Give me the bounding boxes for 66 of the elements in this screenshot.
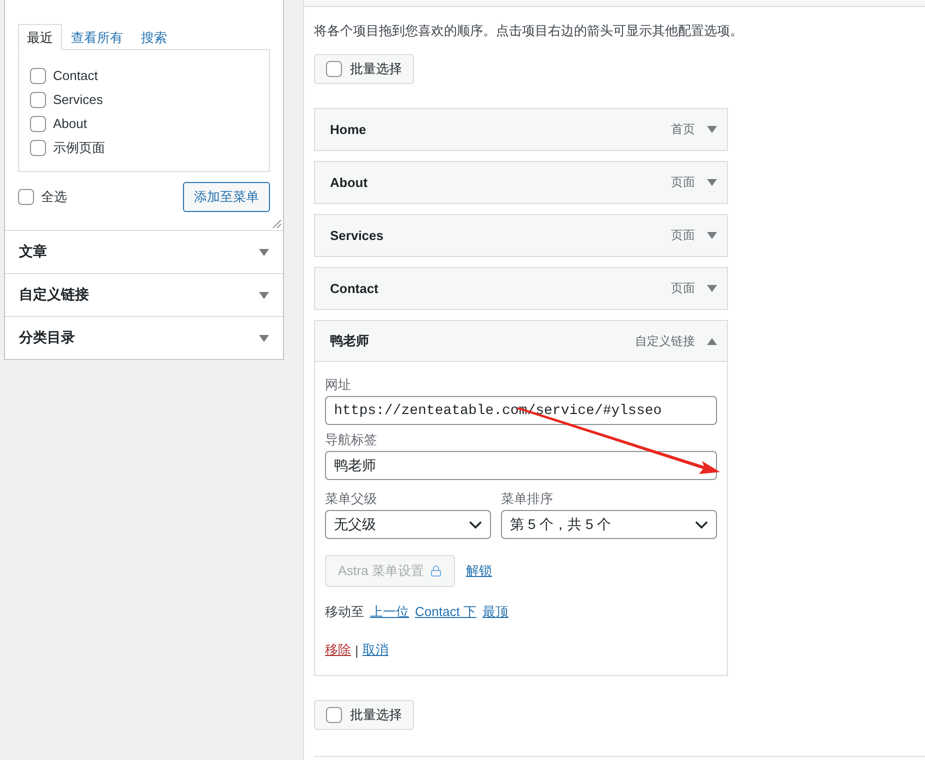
expand-arrow-icon[interactable] <box>259 248 269 256</box>
checkbox[interactable] <box>326 61 342 77</box>
page-label: 示例页面 <box>53 138 105 156</box>
chevron-down-icon <box>695 520 708 528</box>
checkbox[interactable] <box>30 140 46 156</box>
menu-item-type: 页面 <box>671 280 695 297</box>
instructions-text: 将各个项目拖到您喜欢的顺序。点击项目右边的箭头可显示其他配置选项。 <box>314 22 744 40</box>
unlock-link[interactable]: 解锁 <box>466 562 492 580</box>
accordion-section[interactable]: 自定义链接 <box>5 273 283 316</box>
expand-arrow-icon[interactable] <box>259 292 269 298</box>
section-title: 分类目录 <box>19 329 75 347</box>
navigation-label-field[interactable]: 鸭老师 <box>325 451 717 480</box>
move-to-label: 移动至 <box>325 603 364 621</box>
move-link[interactable]: 最顶 <box>482 603 508 621</box>
resize-grip-icon[interactable] <box>272 219 282 229</box>
tab[interactable]: 搜索 <box>132 24 176 50</box>
accordion-section[interactable]: 文章 <box>5 230 283 273</box>
menu-item-type: 首页 <box>671 121 695 138</box>
remove-link[interactable]: 移除 <box>325 641 351 659</box>
menu-item-title: Home <box>330 122 368 137</box>
tab[interactable]: 查看所有 <box>62 24 132 50</box>
expand-arrow-icon[interactable] <box>259 334 269 342</box>
checkbox[interactable] <box>30 68 46 84</box>
checkbox[interactable] <box>30 116 46 132</box>
menu-item[interactable]: Contact 页面 <box>314 267 728 310</box>
parent-select[interactable]: 无父级 <box>325 510 491 539</box>
separator-text: | <box>355 642 358 658</box>
menu-item-type: 页面 <box>671 174 695 191</box>
add-to-menu-button[interactable]: 添加至菜单 <box>183 182 270 212</box>
order-select[interactable]: 第 5 个，共 5 个 <box>501 510 717 539</box>
expand-arrow-icon[interactable] <box>707 126 717 133</box>
field-label: 菜单排序 <box>501 490 554 508</box>
expand-arrow-icon[interactable] <box>707 179 717 186</box>
menu-item[interactable]: Home 首页 <box>314 108 728 151</box>
move-link[interactable]: 上一位 <box>370 603 409 621</box>
accordion-section[interactable]: 分类目录 <box>5 316 283 359</box>
chevron-down-icon <box>469 520 482 528</box>
menu-item-title: 鸭老师 <box>330 332 370 350</box>
checkbox[interactable] <box>30 92 46 108</box>
section-title: 文章 <box>19 243 47 261</box>
bulk-select-button[interactable]: 批量选择 <box>314 700 414 730</box>
field-label: 导航标签 <box>325 431 378 449</box>
menu-item-type: 自定义链接 <box>635 332 695 350</box>
cancel-link[interactable]: 取消 <box>362 641 388 659</box>
menu-item-title: Services <box>330 228 384 243</box>
page-label: Services <box>53 92 103 107</box>
bulk-select-button[interactable]: 批量选择 <box>314 54 414 84</box>
checkbox[interactable] <box>326 707 342 723</box>
section-title: 自定义链接 <box>19 286 89 304</box>
lock-icon <box>430 565 442 577</box>
collapse-arrow-icon[interactable] <box>707 338 717 344</box>
expand-arrow-icon[interactable] <box>707 232 717 239</box>
checkbox[interactable] <box>18 189 34 205</box>
menu-item-type: 页面 <box>671 227 695 244</box>
select-all-label: 全选 <box>41 188 67 206</box>
field-label: 菜单父级 <box>325 490 378 508</box>
menu-item-title: Contact <box>330 281 380 296</box>
menu-item[interactable]: Services 页面 <box>314 214 728 257</box>
menu-item-title: About <box>330 175 369 190</box>
tab[interactable]: 最近 <box>18 24 62 50</box>
page-label: Contact <box>53 68 98 83</box>
page-label: About <box>53 116 87 131</box>
menu-item[interactable]: About 页面 <box>314 161 728 204</box>
expand-arrow-icon[interactable] <box>707 285 717 292</box>
move-link[interactable]: Contact 下 <box>415 603 476 621</box>
field-label: 网址 <box>325 376 352 394</box>
